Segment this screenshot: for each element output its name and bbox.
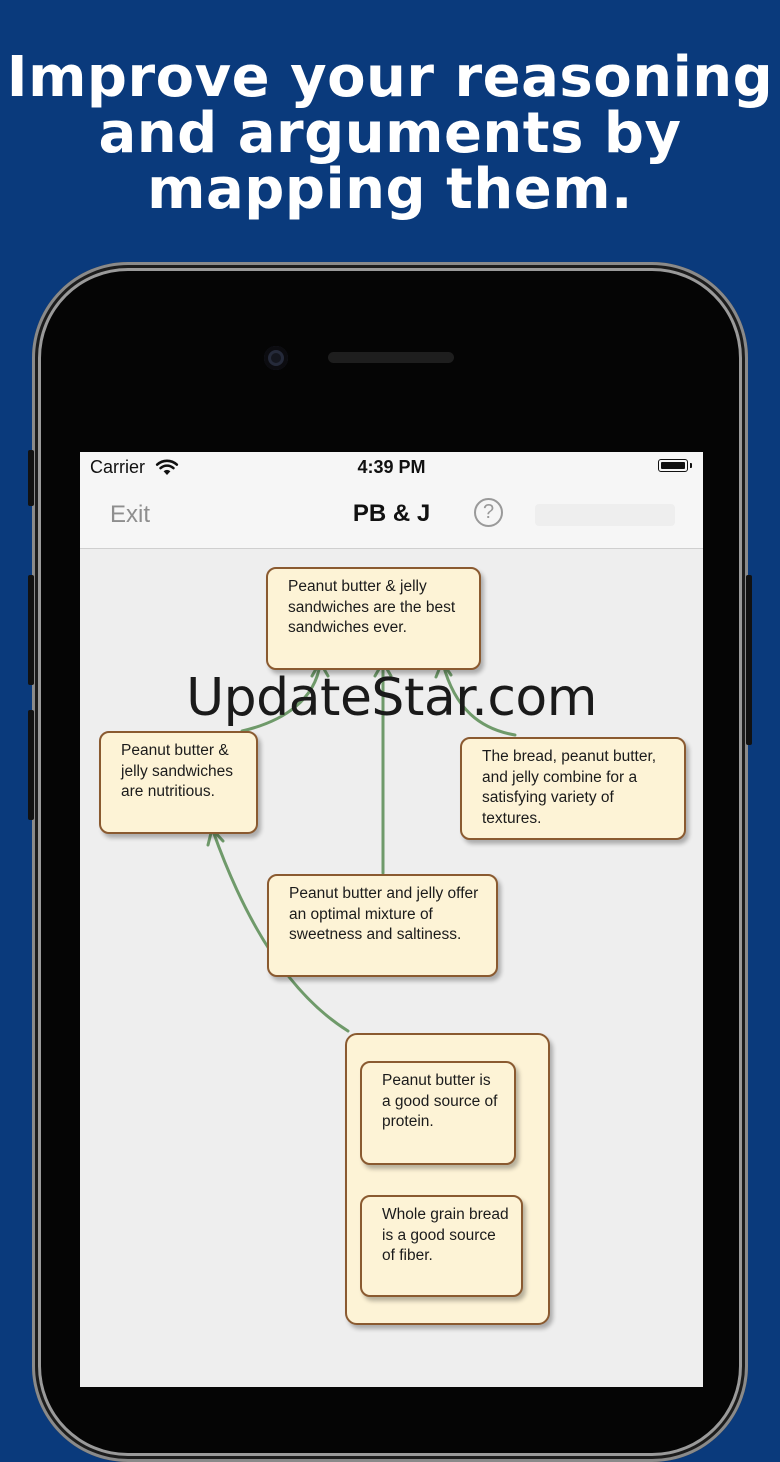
evidence-card-fiber[interactable]: Whole grain bread is a good source of fi… [360, 1195, 523, 1297]
battery-tip [690, 463, 692, 468]
faded-toolbar-item [535, 504, 675, 526]
reason-card-sweetness[interactable]: Peanut butter and jelly offer an optimal… [267, 874, 498, 977]
exit-button[interactable]: Exit [110, 501, 150, 529]
phone-power-button [746, 575, 752, 745]
reason-textures-text: The bread, peanut butter, and jelly comb… [482, 748, 657, 827]
status-bar: Carrier 4:39 PM [80, 452, 703, 482]
reason-sweetness-text: Peanut butter and jelly offer an optimal… [289, 885, 479, 943]
evidence-protein-text: Peanut butter is a good source of protei… [382, 1072, 498, 1130]
navigation-bar: Exit PB & J ? [80, 482, 703, 549]
reason-card-nutritious[interactable]: Peanut butter & jelly sandwiches are nut… [99, 731, 258, 834]
speaker-grille [328, 352, 454, 363]
headline-line-2: and arguments by [98, 101, 682, 166]
help-button[interactable]: ? [474, 498, 503, 527]
claim-card[interactable]: Peanut butter & jelly sandwiches are the… [266, 567, 481, 670]
claim-text: Peanut butter & jelly sandwiches are the… [288, 578, 456, 636]
reason-nutritious-text: Peanut butter & jelly sandwiches are nut… [121, 742, 233, 800]
battery-icon [658, 459, 688, 472]
evidence-fiber-text: Whole grain bread is a good source of fi… [382, 1206, 509, 1264]
question-circle-icon: ? [482, 501, 495, 523]
document-title: PB & J [352, 500, 431, 527]
phone-volume-down-button [28, 710, 34, 820]
watermark-text: UpdateStar.com [186, 668, 597, 728]
headline-line-3: mapping them. [147, 157, 633, 222]
phone-side-button [28, 450, 34, 506]
headline: Improve your reasoning and arguments by … [0, 50, 780, 218]
phone-volume-up-button [28, 575, 34, 685]
headline-line-1: Improve your reasoning [6, 45, 774, 110]
status-time: 4:39 PM [357, 457, 426, 477]
camera-icon [264, 346, 288, 370]
reason-card-textures[interactable]: The bread, peanut butter, and jelly comb… [460, 737, 686, 840]
app-screen: Carrier 4:39 PM Exit PB & J ? Peanut but… [80, 452, 703, 1387]
evidence-card-protein[interactable]: Peanut butter is a good source of protei… [360, 1061, 516, 1165]
